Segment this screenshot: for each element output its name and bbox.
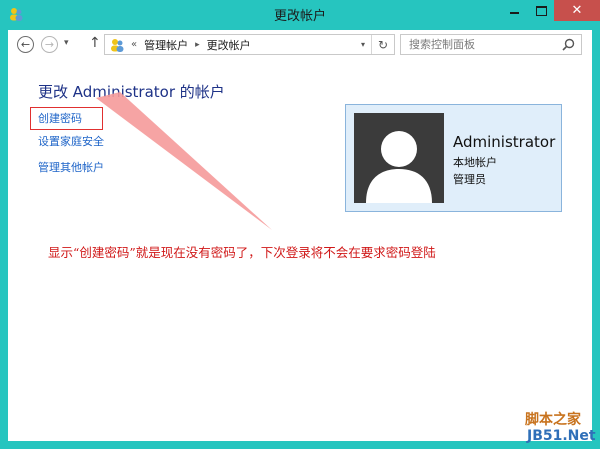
watermark-url: JB51.Net [527,428,596,444]
magnifier-icon[interactable] [562,38,575,51]
maximize-button[interactable] [528,0,554,21]
watermark-logo: 脚本之家 [525,412,581,428]
avatar [354,113,444,203]
minimize-button[interactable] [500,0,528,21]
user-silhouette-icon [366,131,432,203]
window-border-bottom [0,441,600,449]
forward-button[interactable]: → [41,36,58,53]
address-bar[interactable]: « 管理帐户 ▸ 更改帐户 ▾ ↻ [104,34,395,55]
up-arrow-icon: ↑ [89,35,101,51]
address-dropdown-button[interactable]: ▾ [356,35,370,54]
back-arrow-icon: ← [20,38,31,51]
recent-locations-button[interactable]: ▾ [64,38,69,48]
control-panel-content: ← → ▾ ↑ « 管理帐户 ▸ 更改帐户 ▾ ↻ 更改 Admini [8,30,596,444]
refresh-button[interactable]: ↻ [371,35,394,54]
chevron-down-icon: ▾ [64,38,69,48]
back-button[interactable]: ← [17,36,34,53]
breadcrumb-separator-icon[interactable]: ▸ [195,40,200,50]
breadcrumb-change-account[interactable]: 更改帐户 [207,37,251,53]
forward-arrow-icon: → [44,38,55,51]
window-border-right [592,0,600,449]
search-input[interactable] [407,37,561,52]
annotation-text: 显示“创建密码”就是现在没有密码了，下次登录将不会在要求密码登陆 [48,245,436,260]
account-card: Administrator 本地帐户 管理员 [345,104,562,212]
window-border-left [0,0,8,449]
close-icon: ✕ [571,3,583,18]
search-box[interactable] [400,34,582,55]
close-button[interactable]: ✕ [554,0,600,21]
create-password-link[interactable]: 创建密码 [38,110,82,126]
refresh-icon: ↻ [377,37,389,52]
page-title: 更改 Administrator 的帐户 [38,83,225,101]
account-role: 管理员 [453,173,486,186]
chevron-down-icon: ▾ [360,40,365,49]
navigation-bar: ← → ▾ ↑ « 管理帐户 ▸ 更改帐户 ▾ ↻ [8,30,592,60]
account-name: Administrator [453,133,556,151]
breadcrumb-manage-accounts[interactable]: 管理帐户 [144,37,188,53]
manage-other-accounts-link[interactable]: 管理其他帐户 [38,159,104,175]
breadcrumb-overflow-icon[interactable]: « [131,39,137,50]
maximize-icon [535,5,547,16]
minimize-icon [509,11,519,14]
family-safety-link[interactable]: 设置家庭安全 [38,133,104,149]
up-button[interactable]: ↑ [89,35,101,51]
users-icon [111,38,124,52]
account-type: 本地帐户 [453,156,497,169]
